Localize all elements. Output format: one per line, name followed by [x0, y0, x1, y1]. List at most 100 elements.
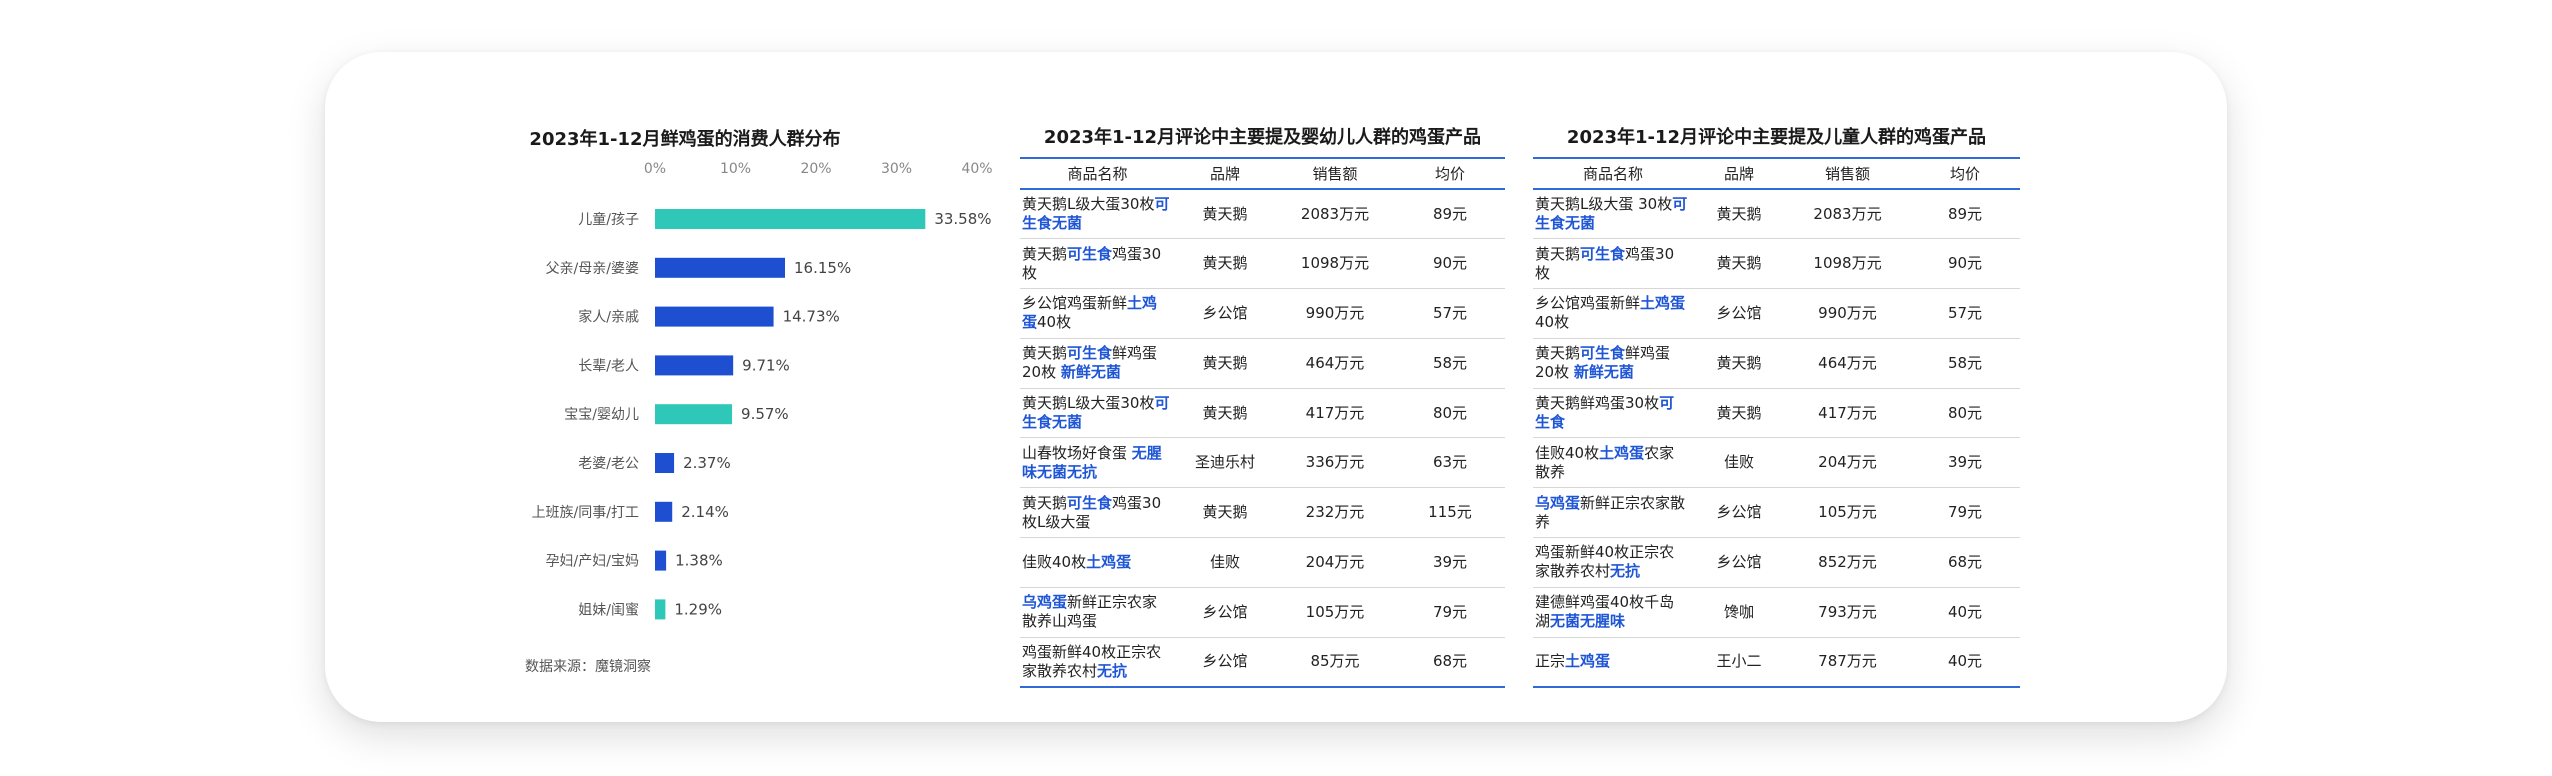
product-name-cell: 山春牧场好食蛋 无腥味无菌无抗 [1020, 438, 1175, 488]
brand-cell: 黄天鹅 [1716, 254, 1762, 273]
name-text: 乡公馆鸡蛋新鲜 [1022, 294, 1128, 313]
price-cell: 89元 [1432, 204, 1468, 223]
bar [655, 404, 733, 425]
highlight-text: 土鸡蛋 [1640, 294, 1686, 313]
name-text: 乡公馆鸡蛋新鲜 [1535, 294, 1641, 313]
product-name-cell: 鸡蛋新鲜40枚正宗农家散养农村无抗 [1533, 538, 1693, 588]
product-name-cell: 黄天鹅L级大蛋 30枚可生食无菌 [1533, 189, 1693, 239]
product-name-cell: 建德鲜鸡蛋40枚千岛湖无菌无腥味 [1533, 587, 1693, 637]
price-cell: 58元 [1432, 353, 1468, 372]
brand-cell: 佳败 [1209, 552, 1240, 571]
brand-cell: 圣迪乐村 [1194, 453, 1255, 472]
name-text: 40枚 [1037, 313, 1072, 332]
sales-cell: 417万元 [1305, 403, 1365, 422]
table-row: 黄天鹅L级大蛋 30枚可生食无菌 黄天鹅 2083万元 89元 [1533, 189, 2020, 239]
price-cell: 68元 [1947, 552, 1983, 571]
name-text: 鸡蛋新鲜40枚正宗农家散养农村 [1535, 543, 1675, 581]
bar [655, 501, 673, 522]
table-header-row: 商品名称 品牌 销售额 均价 [1020, 158, 1505, 189]
x-tick-label: 40% [961, 161, 992, 177]
product-name-cell: 黄天鹅可生食鲜鸡蛋20枚 新鲜无菌 [1533, 338, 1693, 388]
bar [655, 355, 734, 376]
table-row: 佳败40枚土鸡蛋农家散养 佳败 204万元 39元 [1533, 438, 2020, 488]
category-label: 父亲/母亲/婆婆 [546, 261, 639, 277]
highlight-text: 土鸡蛋 [1599, 443, 1645, 462]
table-row: 正宗土鸡蛋 王小二 787万元 40元 [1533, 637, 2020, 687]
sales-cell: 464万元 [1818, 353, 1877, 372]
name-text: 黄天鹅 [1022, 344, 1068, 363]
sales-cell: 2083万元 [1300, 204, 1370, 223]
brand-cell: 黄天鹅 [1202, 403, 1248, 422]
product-name-cell: 乡公馆鸡蛋新鲜土鸡蛋40枚 [1020, 289, 1175, 339]
value-label: 9.71% [742, 356, 790, 374]
name-text: 黄天鹅 [1022, 493, 1068, 512]
name-text: 黄天鹅 [1535, 244, 1581, 263]
category-label: 长辈/老人 [578, 358, 639, 374]
name-text: 黄天鹅L级大蛋30枚 [1022, 195, 1155, 214]
category-label: 老婆/老公 [578, 456, 639, 472]
value-label: 9.57% [741, 405, 789, 423]
category-label: 上班族/同事/打工 [532, 504, 639, 521]
category-label: 宝宝/婴幼儿 [564, 407, 639, 423]
price-cell: 40元 [1947, 602, 1983, 621]
brand-cell: 乡公馆 [1716, 303, 1762, 322]
brand-cell: 黄天鹅 [1202, 204, 1248, 223]
price-cell: 79元 [1947, 503, 1983, 522]
table-row: 乡公馆鸡蛋新鲜土鸡蛋40枚 乡公馆 990万元 57元 [1533, 289, 2020, 339]
bar [655, 209, 926, 229]
category-label: 孕妇/产妇/宝妈 [546, 553, 639, 570]
table-row: 建德鲜鸡蛋40枚千岛湖无菌无腥味 馋咖 793万元 40元 [1533, 587, 2020, 638]
category-label: 姐妹/闺蜜 [578, 602, 639, 618]
highlight-text: 土鸡蛋 [1086, 552, 1132, 571]
price-cell: 39元 [1432, 552, 1468, 571]
brand-cell: 黄天鹅 [1716, 403, 1762, 422]
bar [655, 599, 666, 620]
category-label: 儿童/孩子 [578, 211, 639, 228]
brand-cell: 黄天鹅 [1202, 254, 1248, 273]
table-row: 乡公馆鸡蛋新鲜土鸡蛋40枚 乡公馆 990万元 57元 [1020, 289, 1505, 339]
bar [655, 550, 667, 571]
name-text: 黄天鹅L级大蛋30枚 [1022, 394, 1155, 413]
sales-cell: 852万元 [1818, 552, 1877, 571]
product-table: 商品名称 品牌 销售额 均价 黄天鹅L级大蛋 30枚可生食无菌 黄天鹅 2083万元… [1533, 157, 2020, 688]
table-row: 黄天鹅可生食鸡蛋30枚 黄天鹅 1098万元 90元 [1020, 239, 1505, 289]
sales-cell: 105万元 [1305, 602, 1365, 621]
sales-cell: 793万元 [1818, 602, 1877, 621]
consumer-distribution-chart: 2023年1-12月鲜鸡蛋的消费人群分布 0% 10% 20% 30% 40% 儿童/孩子… [325, 52, 1025, 722]
table-body: 黄天鹅L级大蛋 30枚可生食无菌 黄天鹅 2083万元 89元 黄天鹅可生食鸡蛋30枚黄… [1533, 189, 2020, 687]
header-brand: 品牌 [1209, 165, 1240, 183]
table-row: 鸡蛋新鲜40枚正宗农家散养农村无抗 乡公馆 85万元 68元 [1020, 637, 1505, 687]
x-tick-label: 20% [800, 161, 831, 177]
table-title: 2023年1-12月评论中主要提及婴幼儿人群的鸡蛋产品 [1043, 127, 1482, 148]
sales-cell: 990万元 [1818, 303, 1877, 322]
header-product-name: 商品名称 [1582, 165, 1643, 183]
product-name-cell: 乌鸡蛋新鲜正宗农家散养 [1533, 488, 1693, 538]
category-label: 家人/亲戚 [578, 309, 639, 326]
brand-cell: 佳败 [1723, 453, 1754, 472]
brand-cell: 馋咖 [1723, 602, 1754, 621]
product-name-cell: 黄天鹅可生食鲜鸡蛋20枚 新鲜无菌 [1020, 338, 1175, 388]
price-cell: 39元 [1947, 453, 1983, 472]
highlight-text: 可生食 [1067, 493, 1113, 512]
bar [655, 257, 786, 278]
highlight-text: 乌鸡蛋 [1535, 493, 1581, 512]
product-name-cell: 黄天鹅可生食鸡蛋30枚L级大蛋 [1020, 488, 1175, 538]
table-title: 2023年1-12月评论中主要提及儿童人群的鸡蛋产品 [1566, 127, 1987, 148]
price-cell: 80元 [1432, 403, 1468, 422]
name-text: 黄天鹅 [1535, 344, 1581, 363]
report-card: 2023年1-12月鲜鸡蛋的消费人群分布 0% 10% 20% 30% 40% 儿童/孩子… [325, 52, 2227, 722]
product-name-cell: 佳败40枚土鸡蛋农家散养 [1533, 438, 1693, 488]
sales-cell: 232万元 [1305, 503, 1365, 522]
table-row: 黄天鹅鲜鸡蛋30枚可生食 黄天鹅 417万元 80元 [1533, 388, 2020, 438]
value-label: 1.29% [674, 600, 722, 618]
name-text: 黄天鹅L级大蛋 30枚 [1535, 195, 1673, 214]
brand-cell: 王小二 [1716, 652, 1762, 671]
product-name-cell: 黄天鹅L级大蛋30枚可生食无菌 [1020, 189, 1175, 239]
table-row: 黄天鹅可生食鲜鸡蛋20枚 新鲜无菌 黄天鹅 464万元 58元 [1020, 338, 1505, 389]
bar [655, 453, 675, 473]
infant-products-table: 2023年1-12月评论中主要提及婴幼儿人群的鸡蛋产品 商品名称 品牌 销售额 … [1020, 125, 1505, 688]
price-cell: 57元 [1432, 303, 1468, 322]
sales-cell: 85万元 [1310, 652, 1360, 671]
highlight-text: 无抗 [1610, 562, 1641, 581]
name-text: 正宗 [1535, 652, 1566, 671]
